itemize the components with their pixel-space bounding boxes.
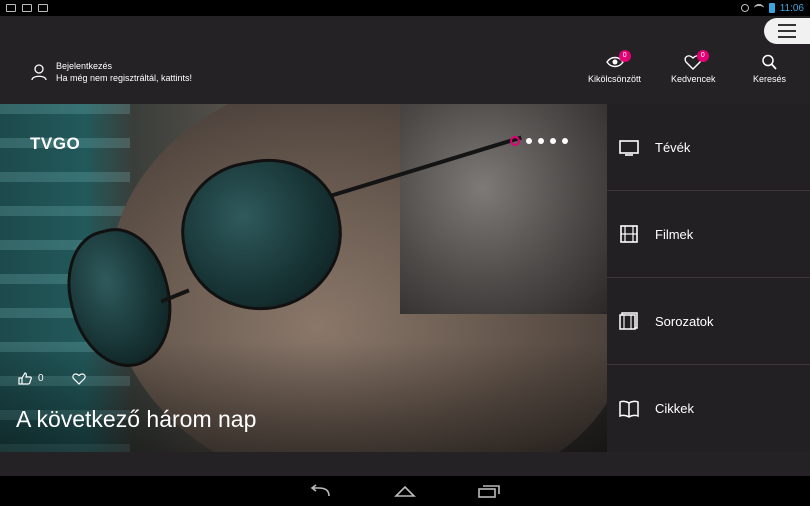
nav-favorites-label: Kedvencek — [671, 74, 716, 84]
notification-mail-icon — [38, 4, 48, 12]
home-icon[interactable] — [393, 484, 417, 498]
carousel-dot[interactable] — [562, 138, 568, 144]
battery-icon — [768, 3, 775, 13]
carousel-dot[interactable] — [526, 138, 532, 144]
nav-rented[interactable]: 0 Kikölcsönzött — [588, 50, 642, 84]
wifi-icon — [753, 4, 764, 12]
search-icon — [761, 54, 777, 70]
carousel-dot[interactable] — [550, 138, 556, 144]
tv-icon — [619, 140, 639, 156]
hero-actions: 0 — [18, 372, 86, 385]
nav-search[interactable]: Keresés — [753, 54, 786, 84]
login-prompt[interactable]: Bejelentkezés Ha még nem regisztráltál, … — [30, 60, 192, 84]
carousel-dot[interactable] — [510, 136, 520, 146]
notification-image-icon — [6, 4, 16, 12]
favorite-heart-icon[interactable] — [71, 372, 86, 385]
back-icon[interactable] — [309, 484, 333, 498]
menu-item-movies[interactable]: Filmek — [607, 191, 810, 278]
menu-item-label: Cikkek — [655, 401, 695, 416]
status-time: 11:06 — [779, 2, 804, 14]
hero-banner[interactable]: TVGO 0 A következő három nap — [0, 104, 607, 452]
sync-icon — [740, 4, 749, 12]
system-icons: 11:06 — [740, 2, 804, 14]
login-subtitle: Ha még nem regisztráltál, kattints! — [56, 73, 193, 83]
notification-photo-icon — [22, 4, 32, 12]
thumbs-up-icon[interactable] — [18, 372, 32, 385]
menu-item-series[interactable]: Sorozatok — [607, 278, 810, 365]
bottom-strip — [0, 452, 810, 476]
rented-badge: 0 — [618, 50, 631, 62]
menu-button[interactable] — [764, 18, 810, 44]
nav-search-label: Keresés — [753, 74, 787, 84]
tvgo-logo: TVGO — [30, 134, 81, 153]
category-menu: Tévék Filmek Sorozatok Cikkek — [607, 104, 810, 452]
nav-rented-label: Kikölcsönzött — [588, 74, 642, 84]
film-icon — [620, 225, 638, 243]
login-title: Bejelentkezés — [56, 61, 113, 71]
carousel-dot[interactable] — [538, 138, 544, 144]
user-icon — [31, 64, 47, 81]
status-bar: 11:06 — [0, 0, 810, 16]
series-icon — [619, 312, 638, 330]
recent-apps-icon[interactable] — [477, 484, 501, 498]
carousel-indicator[interactable] — [510, 136, 568, 146]
menu-item-tv[interactable]: Tévék — [607, 104, 810, 191]
hamburger-icon — [778, 24, 796, 26]
nav-favorites[interactable]: 0 Kedvencek — [671, 50, 716, 84]
hero-title[interactable]: A következő három nap — [16, 406, 256, 433]
book-icon — [619, 400, 639, 418]
notification-icons — [6, 4, 48, 12]
menu-item-articles[interactable]: Cikkek — [607, 365, 810, 452]
menu-item-label: Filmek — [655, 226, 694, 242]
menu-item-label: Sorozatok — [655, 313, 714, 329]
favorites-badge: 0 — [696, 50, 709, 62]
hero-hair — [400, 104, 607, 314]
like-count: 0 — [38, 373, 44, 384]
system-nav-bar — [0, 476, 810, 506]
menu-item-label: Tévék — [655, 139, 691, 155]
app-header: Bejelentkezés Ha még nem regisztráltál, … — [0, 16, 810, 104]
